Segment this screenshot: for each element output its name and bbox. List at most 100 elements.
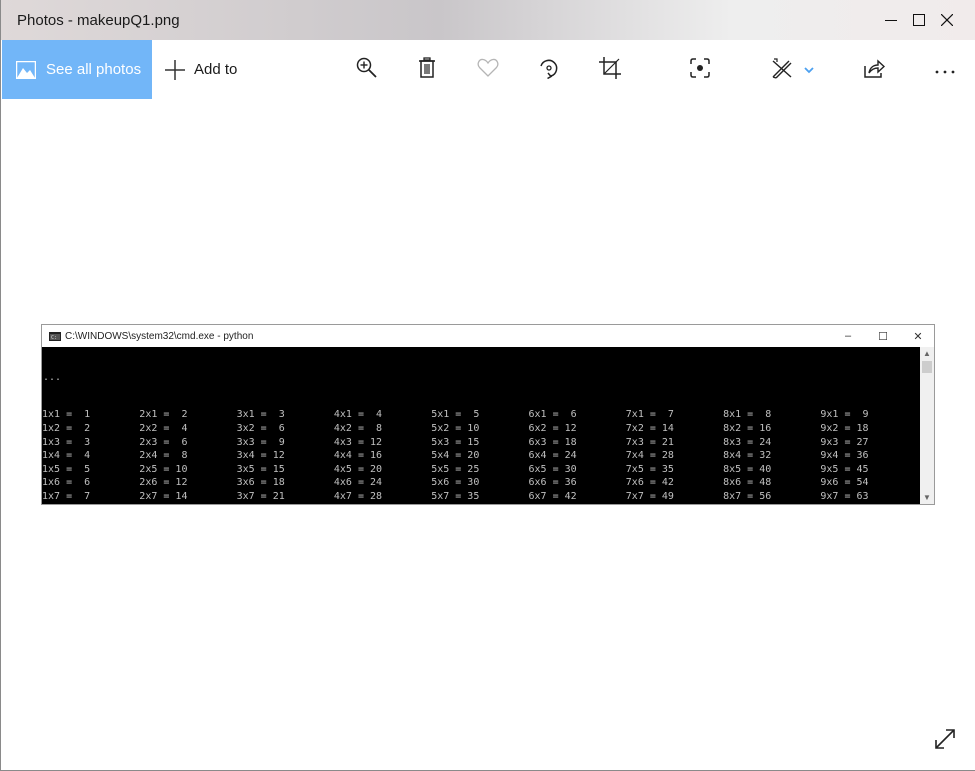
title-bar[interactable]: Photos - makeupQ1.png — [1, 0, 975, 40]
cmd-maximize-icon: ☐ — [878, 330, 888, 343]
delete-button[interactable] — [411, 54, 443, 86]
cmd-line: 9x3 = 27 — [820, 436, 869, 448]
cmd-line: 1x6 = 6 — [42, 477, 91, 489]
toolbar: See all photos Add to — [1, 40, 975, 99]
cmd-column: 2x1 = 2 2x2 = 4 2x3 = 6 2x4 = 8 2x5 = 10 2x6 … — [139, 408, 236, 504]
cmd-line: 6x5 = 30 — [528, 463, 577, 475]
cmd-line: 5x4 = 20 — [431, 450, 480, 462]
plus-icon — [165, 59, 185, 80]
trash-icon — [418, 56, 436, 84]
close-button[interactable] — [919, 0, 975, 40]
cmd-line: 2x3 = 6 — [139, 436, 188, 448]
cmd-line: 9x2 = 18 — [820, 422, 869, 434]
cmd-line: 8x2 = 16 — [723, 422, 772, 434]
cmd-line: 8x7 = 56 — [723, 490, 772, 502]
add-to-button[interactable]: Add to — [165, 40, 237, 99]
crop-button[interactable] — [594, 54, 626, 86]
cmd-line: 4x4 = 16 — [333, 450, 383, 462]
cmd-line: 7x6 = 42 — [625, 477, 674, 489]
cmd-line: 1x4 = 4 — [42, 450, 91, 462]
cmd-line: 3x7 = 21 — [236, 490, 285, 502]
crop-icon — [599, 56, 621, 84]
rotate-icon — [538, 57, 560, 84]
window-title: Photos - makeupQ1.png — [17, 12, 180, 29]
zoom-in-button[interactable] — [351, 54, 383, 86]
cmd-line: 7x5 = 35 — [625, 463, 674, 475]
cmd-line: 2x6 = 12 — [139, 477, 188, 489]
cmd-line: 1x7 = 7 — [42, 490, 91, 502]
svg-text:C:: C: — [51, 335, 57, 341]
see-all-photos-button[interactable]: See all photos — [2, 40, 152, 99]
cmd-line: 8x4 = 32 — [723, 450, 772, 462]
cmd-line: 6x7 = 42 — [528, 490, 577, 502]
cmd-app-icon: C: — [49, 331, 61, 341]
share-icon — [863, 58, 886, 83]
cmd-line: 7x4 = 28 — [625, 450, 674, 462]
see-all-photos-label: See all photos — [46, 61, 142, 78]
cmd-line: 9x5 = 45 — [820, 463, 869, 475]
photo-cmd-window: C: C:\WINDOWS\system32\cmd.exe - python … — [41, 324, 935, 505]
cmd-line: 5x2 = 10 — [431, 422, 480, 434]
cmd-line: 4x2 = 8 — [333, 422, 383, 434]
more-options-button[interactable] — [929, 54, 961, 86]
cmd-line: 2x7 = 14 — [139, 490, 188, 502]
cmd-line: 7x1 = 7 — [625, 409, 674, 421]
cmd-line: 3x4 = 12 — [236, 450, 285, 462]
cmd-table: 1x1 = 1 1x2 = 2 1x3 = 3 1x4 = 4 1x5 = 5 1x6 =… — [42, 408, 921, 504]
cmd-line: 5x5 = 25 — [431, 463, 480, 475]
edit-dropdown-button[interactable] — [797, 54, 821, 86]
close-icon — [941, 14, 953, 26]
cmd-line: 9x1 = 9 — [820, 409, 869, 421]
cmd-line: 7x2 = 14 — [625, 422, 674, 434]
enhance-button[interactable] — [684, 54, 716, 86]
favorite-button[interactable] — [472, 54, 504, 86]
rotate-button[interactable] — [533, 54, 565, 86]
cmd-column: 7x1 = 7 7x2 = 14 7x3 = 21 7x4 = 28 7x5 = 35 7… — [626, 408, 723, 504]
cmd-line: 8x6 = 48 — [723, 477, 772, 489]
scroll-thumb — [922, 361, 932, 373]
cmd-line: 1x3 = 3 — [42, 436, 91, 448]
scroll-up-icon: ▲ — [923, 349, 931, 358]
cmd-line: 2x1 = 2 — [139, 409, 188, 421]
cmd-column: 5x1 = 5 5x2 = 10 5x3 = 15 5x4 = 20 5x5 = 25 5… — [431, 408, 528, 504]
cmd-line: 3x2 = 6 — [236, 422, 285, 434]
cmd-title-bar: C: C:\WINDOWS\system32\cmd.exe - python … — [42, 325, 934, 347]
cmd-line: 4x5 = 20 — [333, 463, 383, 475]
cmd-line: 4x7 = 28 — [333, 490, 383, 502]
zoom-in-icon — [356, 57, 378, 84]
cmd-line: 4x1 = 4 — [333, 409, 383, 421]
fullscreen-button[interactable] — [929, 725, 961, 757]
cmd-line: 3x3 = 9 — [236, 436, 285, 448]
heart-icon — [477, 58, 499, 83]
expand-diagonal-icon — [933, 727, 957, 756]
cmd-line: 3x1 = 3 — [236, 409, 285, 421]
cmd-line: 4x3 = 12 — [333, 436, 383, 448]
photos-app-window: Photos - makeupQ1.png See all photos Add… — [0, 0, 975, 771]
cmd-title: C:\WINDOWS\system32\cmd.exe - python — [65, 330, 254, 342]
cmd-line: 5x1 = 5 — [431, 409, 480, 421]
cmd-column: 8x1 = 8 8x2 = 16 8x3 = 24 8x4 = 32 8x5 = 40 8… — [723, 408, 820, 504]
cmd-line: 9x7 = 63 — [820, 490, 869, 502]
cmd-line: 8x3 = 24 — [723, 436, 772, 448]
cmd-line: 1x5 = 5 — [42, 463, 91, 475]
cmd-line: 5x3 = 15 — [431, 436, 480, 448]
cmd-line: 2x4 = 8 — [139, 450, 188, 462]
cmd-close-icon: ✕ — [913, 330, 923, 343]
cmd-line: 6x1 = 6 — [528, 409, 577, 421]
more-icon — [935, 61, 955, 79]
cmd-line: 6x2 = 12 — [528, 422, 577, 434]
share-button[interactable] — [858, 54, 890, 86]
cmd-minimize-icon: – — [844, 330, 852, 342]
edit-create-button[interactable] — [766, 54, 798, 86]
cmd-line: 3x5 = 15 — [236, 463, 285, 475]
cmd-line: 3x6 = 18 — [236, 477, 285, 489]
focus-icon — [690, 57, 710, 83]
cmd-line: 1x1 = 1 — [42, 409, 91, 421]
cmd-line: 1x2 = 2 — [42, 422, 91, 434]
cmd-line: 6x4 = 24 — [528, 450, 577, 462]
photo-icon — [16, 60, 36, 79]
scroll-down-icon: ▼ — [923, 493, 931, 502]
cmd-line: 5x7 = 35 — [431, 490, 480, 502]
cmd-column: 6x1 = 6 6x2 = 12 6x3 = 18 6x4 = 24 6x5 = 30 6… — [528, 408, 625, 504]
chevron-down-icon — [804, 61, 814, 79]
